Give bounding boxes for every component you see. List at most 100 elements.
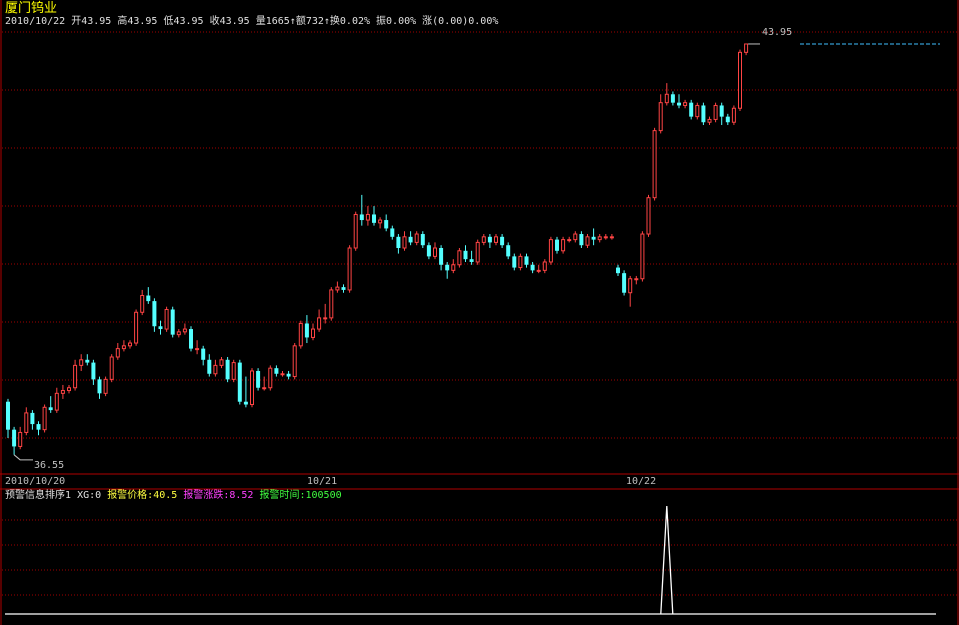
candle-body-43: [268, 367, 273, 389]
candle-body-104: [640, 233, 645, 280]
indicator-name: 预警信息排序1: [5, 490, 72, 501]
candle-body-99: [609, 236, 614, 239]
candle-body-41: [256, 370, 261, 388]
candle-body-78: [481, 236, 486, 243]
candle-body-69: [426, 245, 431, 257]
ohlc-info-line: 2010/10/22 开43.95 高43.95 低43.95 收43.95 量…: [5, 16, 499, 27]
candle-body-31: [195, 348, 200, 351]
candle-body-52: [323, 317, 328, 320]
candle-body-54: [335, 286, 340, 291]
candle-body-36: [225, 359, 230, 380]
candle-body-77: [475, 241, 480, 263]
candle-body-29: [182, 328, 187, 333]
x-tick-label-3: 10/22: [626, 476, 657, 487]
candle-body-0: [6, 401, 10, 430]
candle-body-73: [451, 264, 456, 271]
candle-body-45: [280, 373, 285, 376]
candle-body-82: [506, 245, 511, 257]
candle-body-28: [176, 331, 181, 336]
candle-body-115: [707, 118, 712, 123]
candle-body-98: [603, 236, 608, 239]
candle-body-65: [402, 236, 407, 249]
candle-body-19: [121, 345, 126, 350]
candle-body-109: [670, 94, 675, 103]
candle-body-93: [573, 233, 578, 241]
alert-price-label: 报警价格:40.5: [107, 490, 178, 501]
candle-body-81: [500, 236, 505, 246]
candle-body-62: [384, 220, 389, 229]
candle-body-120: [738, 51, 742, 109]
candle-body-100: [616, 267, 620, 274]
candle-body-60: [372, 214, 376, 223]
x-tick-label-1: 2010/10/20: [5, 476, 66, 487]
candle-body-5: [36, 424, 41, 430]
candle-body-88: [542, 261, 547, 271]
candle-body-27: [170, 309, 175, 335]
low-price-label: 36.55: [34, 460, 65, 471]
candle-body-116: [713, 104, 718, 120]
candle-body-58: [359, 214, 364, 221]
candle-body-49: [304, 323, 309, 338]
indicator-header: 预警信息排序1 XG:0 报警价格:40.5 报警涨跌:8.52 报警时间:10…: [5, 491, 342, 501]
candle-body-57: [353, 213, 358, 249]
x-tick-label-2: 10/21: [307, 476, 338, 487]
candle-body-101: [622, 273, 627, 293]
candle-body-108: [664, 93, 669, 104]
candle-body-26: [164, 308, 169, 330]
candle-body-22: [140, 295, 145, 313]
candle-body-18: [115, 348, 120, 358]
candle-body-24: [152, 301, 157, 327]
candle-body-118: [725, 116, 730, 123]
candle-body-106: [652, 130, 657, 199]
indicator-spike-line: [660, 505, 674, 615]
candle-body-44: [274, 368, 279, 374]
candle-body-10: [67, 387, 71, 392]
candle-body-74: [457, 250, 462, 266]
candle-body-32: [201, 348, 206, 360]
candle-body-97: [597, 236, 602, 241]
candle-body-87: [536, 269, 541, 272]
candle-body-34: [213, 364, 218, 375]
candle-body-83: [512, 256, 517, 268]
candle-body-64: [396, 236, 401, 248]
stock-name-title: 厦门钨业: [5, 1, 58, 16]
candle-body-39: [243, 401, 248, 405]
candle-body-40: [250, 370, 254, 406]
kline-chart-svg[interactable]: [0, 0, 959, 625]
candle-body-25: [158, 326, 163, 330]
candle-body-37: [231, 362, 236, 380]
candle-body-92: [567, 239, 572, 242]
high-price-label: 43.95: [762, 27, 793, 38]
candle-body-119: [731, 107, 736, 123]
candle-body-47: [292, 345, 297, 378]
candle-body-8: [54, 392, 59, 411]
alert-time-label: 报警时间:100500: [259, 490, 342, 501]
candle-body-11: [73, 364, 78, 389]
candle-body-117: [719, 105, 724, 117]
candle-body-102: [628, 278, 633, 294]
candle-body-94: [579, 234, 584, 246]
candle-body-53: [329, 289, 334, 319]
candle-body-111: [683, 102, 688, 106]
candle-body-84: [518, 255, 523, 269]
candle-body-85: [524, 256, 529, 265]
candle-body-14: [91, 362, 96, 380]
candle-body-59: [365, 213, 370, 221]
candle-body-9: [60, 390, 65, 394]
candle-body-55: [341, 287, 346, 290]
candle-body-56: [347, 247, 352, 291]
candle-body-114: [701, 105, 706, 123]
candle-body-112: [689, 102, 694, 117]
candle-body-68: [420, 234, 425, 246]
candle-body-21: [134, 311, 139, 344]
candle-body-13: [85, 359, 90, 363]
candle-body-33: [207, 359, 212, 374]
candle-body-3: [24, 412, 29, 433]
candle-body-71: [439, 248, 444, 265]
candle-body-103: [634, 278, 639, 281]
candle-body-95: [585, 236, 590, 246]
kline-window: 厦门钨业 2010/10/22 开43.95 高43.95 低43.95 收43…: [0, 0, 959, 625]
candle-body-80: [494, 236, 498, 243]
candle-body-105: [646, 197, 651, 235]
candle-body-75: [463, 250, 468, 260]
